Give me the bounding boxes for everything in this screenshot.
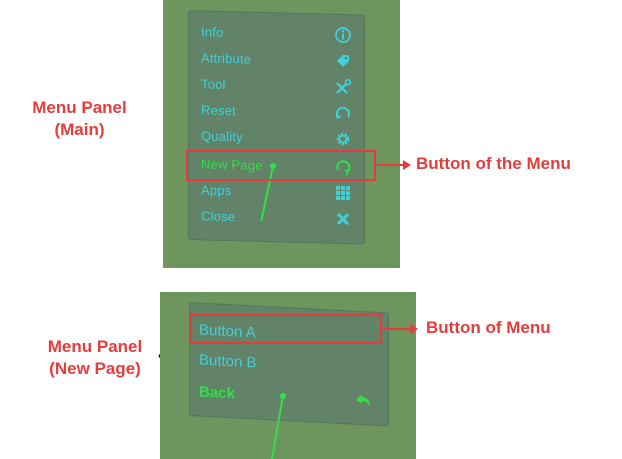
main-button-highlight bbox=[186, 150, 376, 181]
main-panel-caption-line1: Menu Panel bbox=[32, 98, 127, 117]
tag-icon bbox=[334, 52, 352, 70]
menu-item-tool[interactable]: Tool bbox=[201, 73, 352, 97]
new-page-button-annotation: Button of Menu bbox=[426, 318, 551, 337]
main-menu-panel: Info Attribute Tool Reset Quality New Pa… bbox=[188, 10, 365, 245]
back-arrow-icon bbox=[354, 391, 372, 410]
new-page-annotation-arrow bbox=[382, 324, 418, 334]
main-panel-caption: Menu Panel (Main) bbox=[12, 97, 147, 141]
menu-item-label: Tool bbox=[201, 75, 226, 92]
menu-item-apps[interactable]: Apps bbox=[201, 179, 352, 203]
menu-item-label: Reset bbox=[201, 101, 236, 118]
button-b[interactable]: Button B bbox=[199, 348, 372, 381]
menu-item-attribute[interactable]: Attribute bbox=[201, 47, 352, 71]
gear-icon bbox=[334, 130, 352, 148]
menu-item-label: Attribute bbox=[201, 49, 252, 67]
new-page-panel-caption: Menu Panel (New Page) bbox=[30, 336, 160, 380]
back-button-label: Back bbox=[199, 383, 235, 402]
main-panel-caption-line2: (Main) bbox=[54, 120, 105, 139]
menu-item-label: Quality bbox=[201, 127, 243, 144]
new-page-panel-caption-line2: (New Page) bbox=[49, 359, 141, 378]
menu-item-close[interactable]: Close bbox=[201, 205, 352, 229]
menu-item-quality[interactable]: Quality bbox=[201, 125, 352, 149]
main-button-annotation: Button of the Menu bbox=[416, 154, 571, 173]
menu-item-info[interactable]: Info bbox=[201, 21, 352, 45]
menu-item-label: Apps bbox=[201, 181, 232, 198]
tools-icon bbox=[334, 78, 352, 96]
reset-icon bbox=[334, 104, 352, 122]
close-icon bbox=[334, 210, 352, 228]
button-b-label: Button B bbox=[199, 351, 257, 372]
main-scene-background: Info Attribute Tool Reset Quality New Pa… bbox=[163, 0, 400, 268]
main-annotation-arrow bbox=[377, 160, 411, 170]
menu-item-reset[interactable]: Reset bbox=[201, 99, 352, 123]
menu-item-label: Info bbox=[201, 23, 224, 40]
menu-item-label: Close bbox=[201, 207, 236, 224]
new-page-panel-caption-line1: Menu Panel bbox=[47, 337, 143, 356]
new-page-button-highlight bbox=[190, 314, 382, 344]
info-icon bbox=[334, 26, 352, 44]
grid-icon bbox=[334, 184, 352, 202]
